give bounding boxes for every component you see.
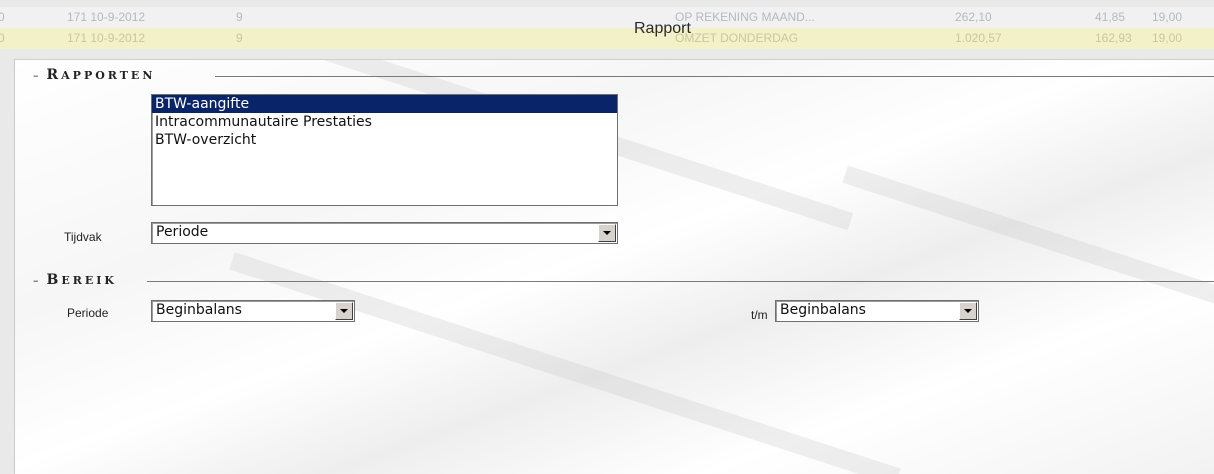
table-cell: 262,10 — [955, 10, 992, 24]
table-cell: 171 10-9-2012 — [67, 31, 146, 45]
table-cell: 1.020,57 — [955, 31, 1002, 45]
table-cell: 0 — [0, 10, 5, 24]
minus-icon[interactable]: – — [33, 69, 39, 82]
dialog-title: Rapport — [634, 20, 691, 37]
table-cell: 162,93 — [1095, 31, 1132, 45]
table-cell: 19,00 — [1152, 31, 1183, 45]
table-cell: 171 10-9-2012 — [67, 10, 146, 24]
table-row[interactable]: 0 171 10-9-2012 9 OMZET DONDERDAG 1.020,… — [0, 28, 1214, 49]
chevron-down-icon[interactable] — [598, 224, 616, 242]
table-cell: 9 — [236, 31, 243, 45]
tijdvak-select[interactable]: Periode — [151, 222, 618, 244]
periode-from-value: Beginbalans — [156, 302, 242, 318]
table-cell: 19,00 — [1152, 10, 1183, 24]
periode-to-value: Beginbalans — [780, 302, 866, 318]
section-heading-rapporten[interactable]: – RAPPORTEN — [33, 67, 155, 83]
periode-from-select[interactable]: Beginbalans — [151, 300, 355, 322]
table-cell: OMZET DONDERDAG — [675, 31, 799, 45]
list-item[interactable]: BTW-overzicht — [152, 131, 617, 149]
section-heading-bereik[interactable]: – BEREIK — [33, 272, 117, 288]
tijdvak-label: Tijdvak — [64, 230, 102, 244]
table-cell: 0 — [0, 31, 5, 45]
report-dialog-panel: – RAPPORTEN BTW-aangifte Intracommunautai… — [14, 59, 1214, 474]
table-cell: OP REKENING MAAND... — [675, 10, 815, 24]
background-decoration — [229, 252, 901, 474]
chevron-down-icon[interactable] — [959, 302, 977, 320]
section-divider — [147, 281, 1214, 282]
table-cell: 9 — [236, 10, 243, 24]
tijdvak-value: Periode — [156, 224, 209, 240]
list-item[interactable]: BTW-aangifte — [152, 95, 617, 113]
periode-label: Periode — [67, 306, 109, 320]
list-item[interactable]: Intracommunautaire Prestaties — [152, 113, 617, 131]
periode-to-select[interactable]: Beginbalans — [775, 300, 979, 322]
table-row[interactable]: 0 171 10-9-2012 9 OP REKENING MAAND... 2… — [0, 7, 1214, 28]
report-listbox[interactable]: BTW-aangifte Intracommunautaire Prestati… — [151, 94, 618, 206]
section-divider — [215, 76, 1214, 77]
chevron-down-icon[interactable] — [335, 302, 353, 320]
tm-label: t/m — [751, 308, 768, 322]
minus-icon[interactable]: – — [33, 274, 39, 287]
table-cell: 41,85 — [1095, 10, 1126, 24]
background-decoration — [842, 165, 1214, 313]
